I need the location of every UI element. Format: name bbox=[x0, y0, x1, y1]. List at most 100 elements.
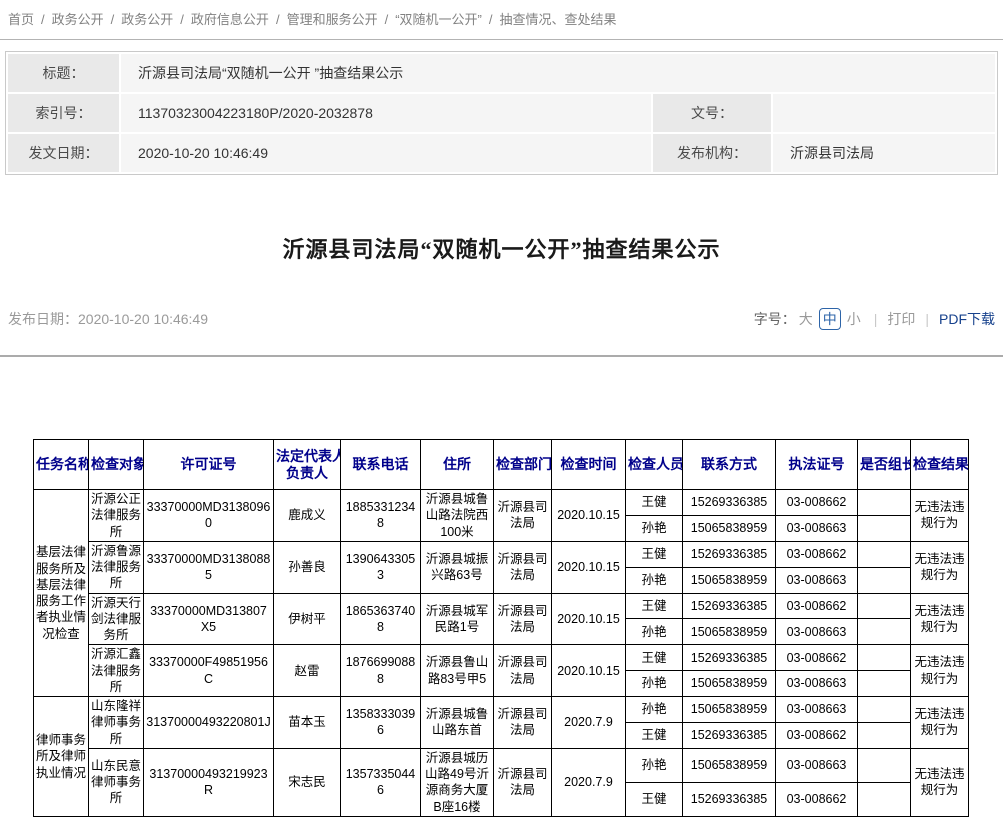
breadcrumb-separator: / bbox=[385, 12, 389, 27]
divider-bar: | bbox=[925, 311, 929, 327]
inspection-table-container: 任务名称 检查对象名称 许可证号 法定代表人/负责人 联系电话 住所 检查部门 … bbox=[33, 439, 1003, 817]
cell-phone: 13583330396 bbox=[341, 697, 421, 749]
breadcrumb-item-5[interactable]: “双随机一公开” bbox=[395, 12, 482, 27]
cell-inspector-name: 孙艳 bbox=[626, 748, 683, 782]
cell-inspector-contact: 15269336385 bbox=[683, 593, 776, 619]
cell-date: 2020.7.9 bbox=[552, 748, 626, 816]
cell-is-leader bbox=[858, 567, 911, 593]
font-size-large-button[interactable]: 大 bbox=[799, 309, 813, 329]
cell-inspector-contact: 15065838959 bbox=[683, 671, 776, 697]
breadcrumb-separator: / bbox=[180, 12, 184, 27]
cell-is-leader bbox=[858, 593, 911, 619]
cell-inspector-cert: 03-008662 bbox=[776, 541, 858, 567]
table-row: 沂源鲁源法律服务所 33370000MD31380885 孙善良 1390643… bbox=[34, 541, 969, 567]
cell-inspector-name: 孙艳 bbox=[626, 515, 683, 541]
cell-inspector-contact: 15269336385 bbox=[683, 490, 776, 516]
cell-address: 沂源县城历山路49号沂源商务大厦B座16楼 bbox=[421, 748, 494, 816]
cell-inspector-cert: 03-008662 bbox=[776, 490, 858, 516]
cell-result: 无违法违规行为 bbox=[911, 748, 969, 816]
meta-index-value: 11370323004223180P/2020-2032878 bbox=[121, 94, 651, 132]
font-size-small-button[interactable]: 小 bbox=[847, 309, 861, 329]
cell-phone: 18766990888 bbox=[341, 645, 421, 697]
cell-entity-name: 沂源汇鑫法律服务所 bbox=[89, 645, 144, 697]
cell-date: 2020.10.15 bbox=[552, 593, 626, 645]
breadcrumb-item-current: 抽查情况、查处结果 bbox=[500, 12, 617, 27]
cell-inspector-name: 王健 bbox=[626, 593, 683, 619]
cell-inspector-cert: 03-008662 bbox=[776, 782, 858, 816]
cell-is-leader bbox=[858, 722, 911, 748]
breadcrumb-item-1[interactable]: 政务公开 bbox=[52, 12, 104, 27]
cell-address: 沂源县城鲁山路东首 bbox=[421, 697, 494, 749]
inspection-table: 任务名称 检查对象名称 许可证号 法定代表人/负责人 联系电话 住所 检查部门 … bbox=[33, 439, 969, 817]
header-cert-no: 执法证号 bbox=[776, 440, 858, 490]
table-row: 山东民意律师事务所 31370000493219923R 宋志民 1357335… bbox=[34, 748, 969, 782]
table-row: 律师事务所及律师执业情况 山东隆祥律师事务所 31370000493220801… bbox=[34, 697, 969, 723]
cell-inspector-contact: 15065838959 bbox=[683, 697, 776, 723]
cell-inspector-name: 孙艳 bbox=[626, 697, 683, 723]
cell-inspector-name: 王健 bbox=[626, 541, 683, 567]
breadcrumb-separator: / bbox=[489, 12, 493, 27]
cell-department: 沂源县司法局 bbox=[494, 593, 552, 645]
cell-inspector-contact: 15065838959 bbox=[683, 619, 776, 645]
cell-result: 无违法违规行为 bbox=[911, 541, 969, 593]
cell-representative: 鹿成义 bbox=[274, 490, 341, 542]
header-task-name: 任务名称 bbox=[34, 440, 89, 490]
cell-inspector-name: 王健 bbox=[626, 490, 683, 516]
cell-is-leader bbox=[858, 748, 911, 782]
cell-inspector-name: 王健 bbox=[626, 645, 683, 671]
cell-date: 2020.10.15 bbox=[552, 490, 626, 542]
header-inspector: 检查人员 bbox=[626, 440, 683, 490]
header-license-no: 许可证号 bbox=[144, 440, 274, 490]
meta-title-value: 沂源县司法局“双随机一公开 ”抽查结果公示 bbox=[121, 54, 995, 92]
cell-is-leader bbox=[858, 515, 911, 541]
cell-result: 无违法违规行为 bbox=[911, 593, 969, 645]
divider-bar: | bbox=[874, 311, 878, 327]
cell-inspector-contact: 15065838959 bbox=[683, 567, 776, 593]
article-info-row: 发布日期：2020-10-20 10:46:49 字号： 大 中 小 | 打印 … bbox=[8, 308, 995, 330]
cell-task-name: 律师事务所及律师执业情况 bbox=[34, 697, 89, 817]
table-row: 基层法律服务所及基层法律服务工作者执业情况检查 沂源公正法律服务所 333700… bbox=[34, 490, 969, 516]
cell-department: 沂源县司法局 bbox=[494, 697, 552, 749]
cell-representative: 伊树平 bbox=[274, 593, 341, 645]
font-size-label: 字号： bbox=[754, 309, 796, 329]
breadcrumb-item-4[interactable]: 管理和服务公开 bbox=[287, 12, 378, 27]
meta-docno-label: 文号： bbox=[653, 94, 771, 132]
table-row: 沂源天行剑法律服务所 33370000MD313807X5 伊树平 186536… bbox=[34, 593, 969, 619]
header-is-leader: 是否组长 bbox=[858, 440, 911, 490]
table-header-row: 任务名称 检查对象名称 许可证号 法定代表人/负责人 联系电话 住所 检查部门 … bbox=[34, 440, 969, 490]
print-button[interactable]: 打印 bbox=[887, 309, 915, 329]
breadcrumb-item-2[interactable]: 政务公开 bbox=[121, 12, 173, 27]
cell-date: 2020.10.15 bbox=[552, 645, 626, 697]
document-meta: 标题： 沂源县司法局“双随机一公开 ”抽查结果公示 索引号： 113703230… bbox=[5, 51, 998, 175]
header-address: 住所 bbox=[421, 440, 494, 490]
cell-date: 2020.10.15 bbox=[552, 541, 626, 593]
meta-title-label: 标题： bbox=[8, 54, 119, 92]
cell-is-leader bbox=[858, 490, 911, 516]
cell-result: 无违法违规行为 bbox=[911, 490, 969, 542]
cell-entity-name: 山东隆祥律师事务所 bbox=[89, 697, 144, 749]
pdf-download-button[interactable]: PDF下载 bbox=[939, 309, 995, 329]
article-tools: 字号： 大 中 小 | 打印 | PDF下载 bbox=[754, 308, 995, 330]
header-representative: 法定代表人/负责人 bbox=[274, 440, 341, 490]
cell-inspector-name: 孙艳 bbox=[626, 671, 683, 697]
cell-inspector-name: 孙艳 bbox=[626, 567, 683, 593]
cell-address: 沂源县城军民路1号 bbox=[421, 593, 494, 645]
font-size-medium-button[interactable]: 中 bbox=[819, 308, 841, 330]
cell-department: 沂源县司法局 bbox=[494, 645, 552, 697]
breadcrumb-item-3[interactable]: 政府信息公开 bbox=[191, 12, 269, 27]
header-result: 检查结果 bbox=[911, 440, 969, 490]
cell-date: 2020.7.9 bbox=[552, 697, 626, 749]
header-date: 检查时间 bbox=[552, 440, 626, 490]
cell-representative: 宋志民 bbox=[274, 748, 341, 816]
breadcrumb-item-home[interactable]: 首页 bbox=[8, 12, 34, 27]
publish-date: 发布日期：2020-10-20 10:46:49 bbox=[8, 309, 208, 329]
cell-result: 无违法违规行为 bbox=[911, 697, 969, 749]
cell-is-leader bbox=[858, 782, 911, 816]
meta-date-value: 2020-10-20 10:46:49 bbox=[121, 134, 651, 172]
cell-inspector-cert: 03-008663 bbox=[776, 619, 858, 645]
cell-task-name: 基层法律服务所及基层法律服务工作者执业情况检查 bbox=[34, 490, 89, 697]
cell-inspector-name: 孙艳 bbox=[626, 619, 683, 645]
cell-inspector-cert: 03-008662 bbox=[776, 593, 858, 619]
cell-license: 31370000493219923R bbox=[144, 748, 274, 816]
cell-inspector-cert: 03-008662 bbox=[776, 722, 858, 748]
